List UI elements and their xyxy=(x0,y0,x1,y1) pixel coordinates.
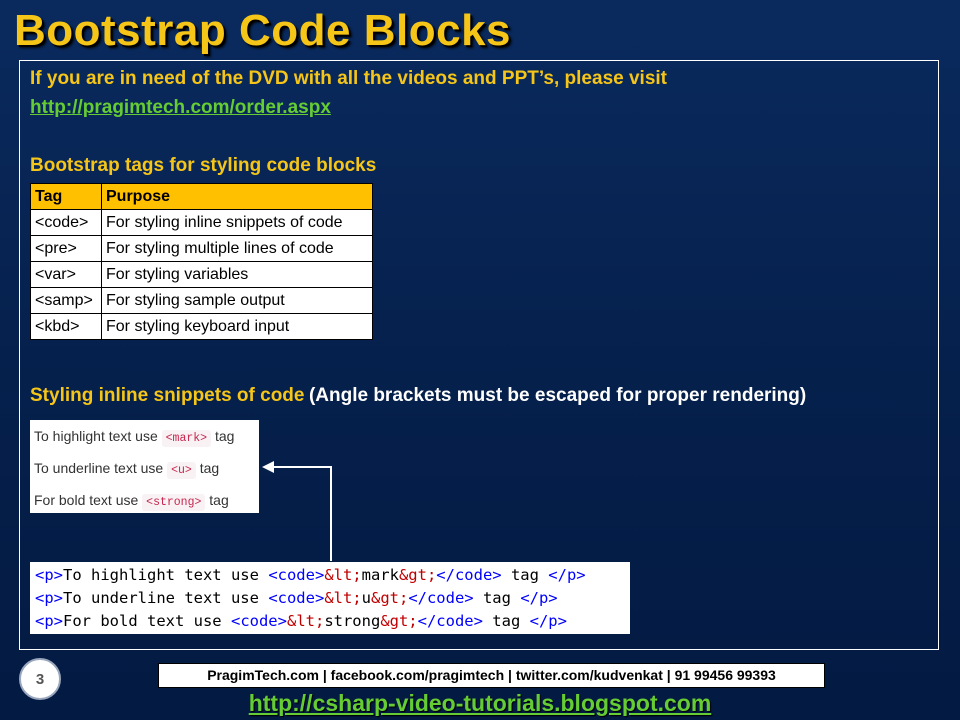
source-code-panel: <p>To highlight text use <code>&lt;mark&… xyxy=(30,562,630,634)
footer-contact-bar: PragimTech.com | facebook.com/pragimtech… xyxy=(158,663,825,688)
code-line: <p>To highlight text use <code>&lt;mark&… xyxy=(35,566,586,584)
footer-blog-link[interactable]: http://csharp-video-tutorials.blogspot.c… xyxy=(0,690,960,717)
code-line: <p>To underline text use <code>&lt;u&gt;… xyxy=(35,589,558,607)
code-line: <p>For bold text use <code>&lt;strong&gt… xyxy=(35,612,567,630)
